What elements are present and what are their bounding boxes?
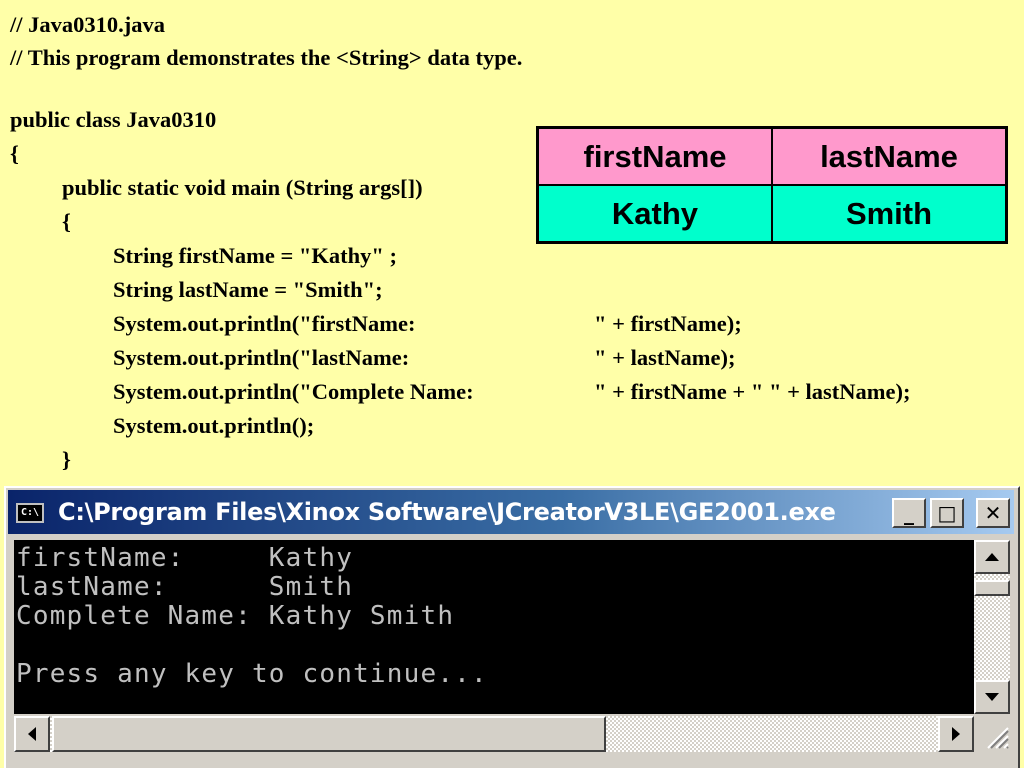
horizontal-scrollbar[interactable] xyxy=(14,716,974,752)
scroll-left-button[interactable] xyxy=(14,716,50,752)
table-header-firstname: firstName xyxy=(539,129,773,186)
code-line-comment-2: // This program demonstrates the <String… xyxy=(10,45,523,70)
scroll-up-button[interactable] xyxy=(974,540,1010,574)
close-icon: ✕ xyxy=(984,501,1002,525)
console-line-lastname: lastName: Smith xyxy=(16,572,354,602)
table-value-firstname: Kathy xyxy=(539,186,773,241)
variable-table: firstName lastName Kathy Smith xyxy=(536,126,1008,244)
code-line-println-complete-tail: " + firstName + " " + lastName); xyxy=(594,379,911,404)
code-line-comment-1: // Java0310.java xyxy=(10,12,165,37)
console-line-complete: Complete Name: Kathy Smith xyxy=(16,601,455,631)
arrow-left-icon xyxy=(28,727,36,741)
arrow-down-icon xyxy=(985,693,999,701)
code-line-class-decl: public class Java0310 xyxy=(10,107,217,132)
code-line-main-open-brace: { xyxy=(62,209,71,234)
code-line-println-empty: System.out.println(); xyxy=(113,413,315,438)
cmd-icon[interactable]: C:\ xyxy=(16,503,44,523)
minimize-icon: _ xyxy=(904,501,914,525)
code-line-println-firstname: System.out.println("firstName: xyxy=(113,311,416,336)
code-line-open-brace: { xyxy=(10,141,19,166)
resize-grip-icon[interactable] xyxy=(978,718,1010,750)
arrow-up-icon xyxy=(985,553,999,561)
code-line-main-decl: public static void main (String args[]) xyxy=(62,175,423,200)
vertical-scroll-thumb[interactable] xyxy=(974,580,1010,596)
table-header-lastname: lastName xyxy=(773,129,1005,186)
table-value-lastname: Smith xyxy=(773,186,1005,241)
minimize-button[interactable]: _ xyxy=(892,498,926,528)
horizontal-scroll-thumb[interactable] xyxy=(52,716,606,752)
code-line-lastname-decl: String lastName = "Smith"; xyxy=(113,277,383,302)
code-line-println-lastname-tail: " + lastName); xyxy=(594,345,736,370)
code-line-println-firstname-tail: " + firstName); xyxy=(594,311,742,336)
console-titlebar[interactable]: C:\ C:\Program Files\Xinox Software\JCre… xyxy=(8,490,1014,534)
console-title: C:\Program Files\Xinox Software\JCreator… xyxy=(58,498,836,526)
close-button[interactable]: ✕ xyxy=(976,498,1010,528)
console-window[interactable]: C:\ C:\Program Files\Xinox Software\JCre… xyxy=(4,486,1020,768)
maximize-icon: □ xyxy=(937,501,957,525)
console-output[interactable]: firstName: Kathy lastName: Smith Complet… xyxy=(14,540,974,714)
console-line-firstname: firstName: Kathy xyxy=(16,543,354,573)
vertical-scrollbar[interactable] xyxy=(974,540,1010,714)
console-line-prompt: Press any key to continue... xyxy=(16,659,488,689)
slide: // Java0310.java // This program demonst… xyxy=(0,0,1024,768)
code-line-println-lastname: System.out.println("lastName: xyxy=(113,345,410,370)
code-line-firstname-decl: String firstName = "Kathy" ; xyxy=(113,243,398,268)
code-line-println-complete: System.out.println("Complete Name: xyxy=(113,379,474,404)
code-line-main-close-brace: } xyxy=(62,447,71,472)
scroll-right-button[interactable] xyxy=(938,716,974,752)
arrow-right-icon xyxy=(952,727,960,741)
scroll-down-button[interactable] xyxy=(974,680,1010,714)
maximize-button[interactable]: □ xyxy=(930,498,964,528)
